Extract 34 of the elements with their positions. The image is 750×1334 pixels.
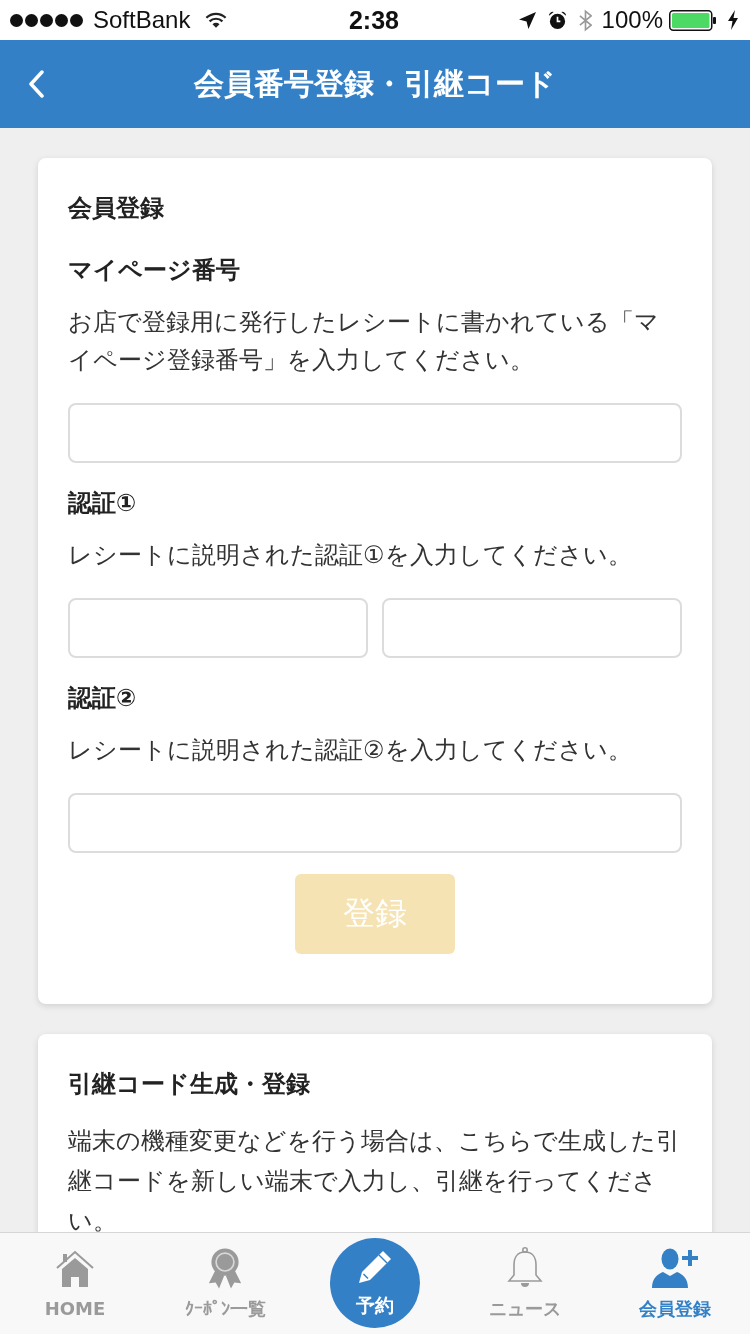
reservation-tab[interactable]: 予約 [330,1238,420,1328]
field-label: 認証② [68,683,138,714]
clock-time: 2:38 [348,5,399,35]
wifi-icon [205,12,228,28]
location-arrow-icon [518,11,536,29]
input-field[interactable] [68,598,368,658]
page-title: 会員番号登録・引継コード [193,65,557,103]
signal-icon [10,13,84,27]
charging-bolt-icon [728,10,738,30]
battery-percentage: 100% [601,6,663,34]
tab-item[interactable]: HOME [38,1233,112,1321]
tab-item[interactable]: 会員登録 [633,1233,717,1321]
battery-icon [669,9,716,31]
field-label: マイページ番号 [68,255,241,286]
award-ribbon-icon [208,1247,242,1289]
field-description: レシートに説明された認証①を入力してください。 [68,540,633,571]
input-field[interactable] [68,793,682,853]
carrier-name: SoftBank [93,6,191,34]
field-label: 認証① [68,488,138,519]
tab-item[interactable]: ニュース [483,1233,567,1321]
pencil-icon [358,1250,392,1284]
card-heading: 会員登録 [68,193,165,224]
field-description: レシートに説明された認証②を入力してください。 [68,735,633,766]
alarm-clock-icon [547,10,567,30]
card-heading: 引継コード生成・登録 [68,1069,311,1100]
tab-item[interactable]: ｸｰﾎﾟﾝ一覧 [178,1233,272,1321]
card-description: 端末の機種変更などを行う場合は、こちらで生成した引継コードを新しい端末で入力し、引継を行ってください。 [68,1126,681,1232]
chevron-left-icon [28,70,44,98]
field-description: お店で登録用に発行したレシートに書かれている「マイページ登録番号」を入力してください。 [68,307,660,376]
input-field[interactable] [382,598,682,658]
user-plus-icon [652,1247,698,1289]
bell-icon [505,1247,545,1289]
bluetooth-icon [578,8,592,32]
input-field[interactable] [68,403,682,463]
